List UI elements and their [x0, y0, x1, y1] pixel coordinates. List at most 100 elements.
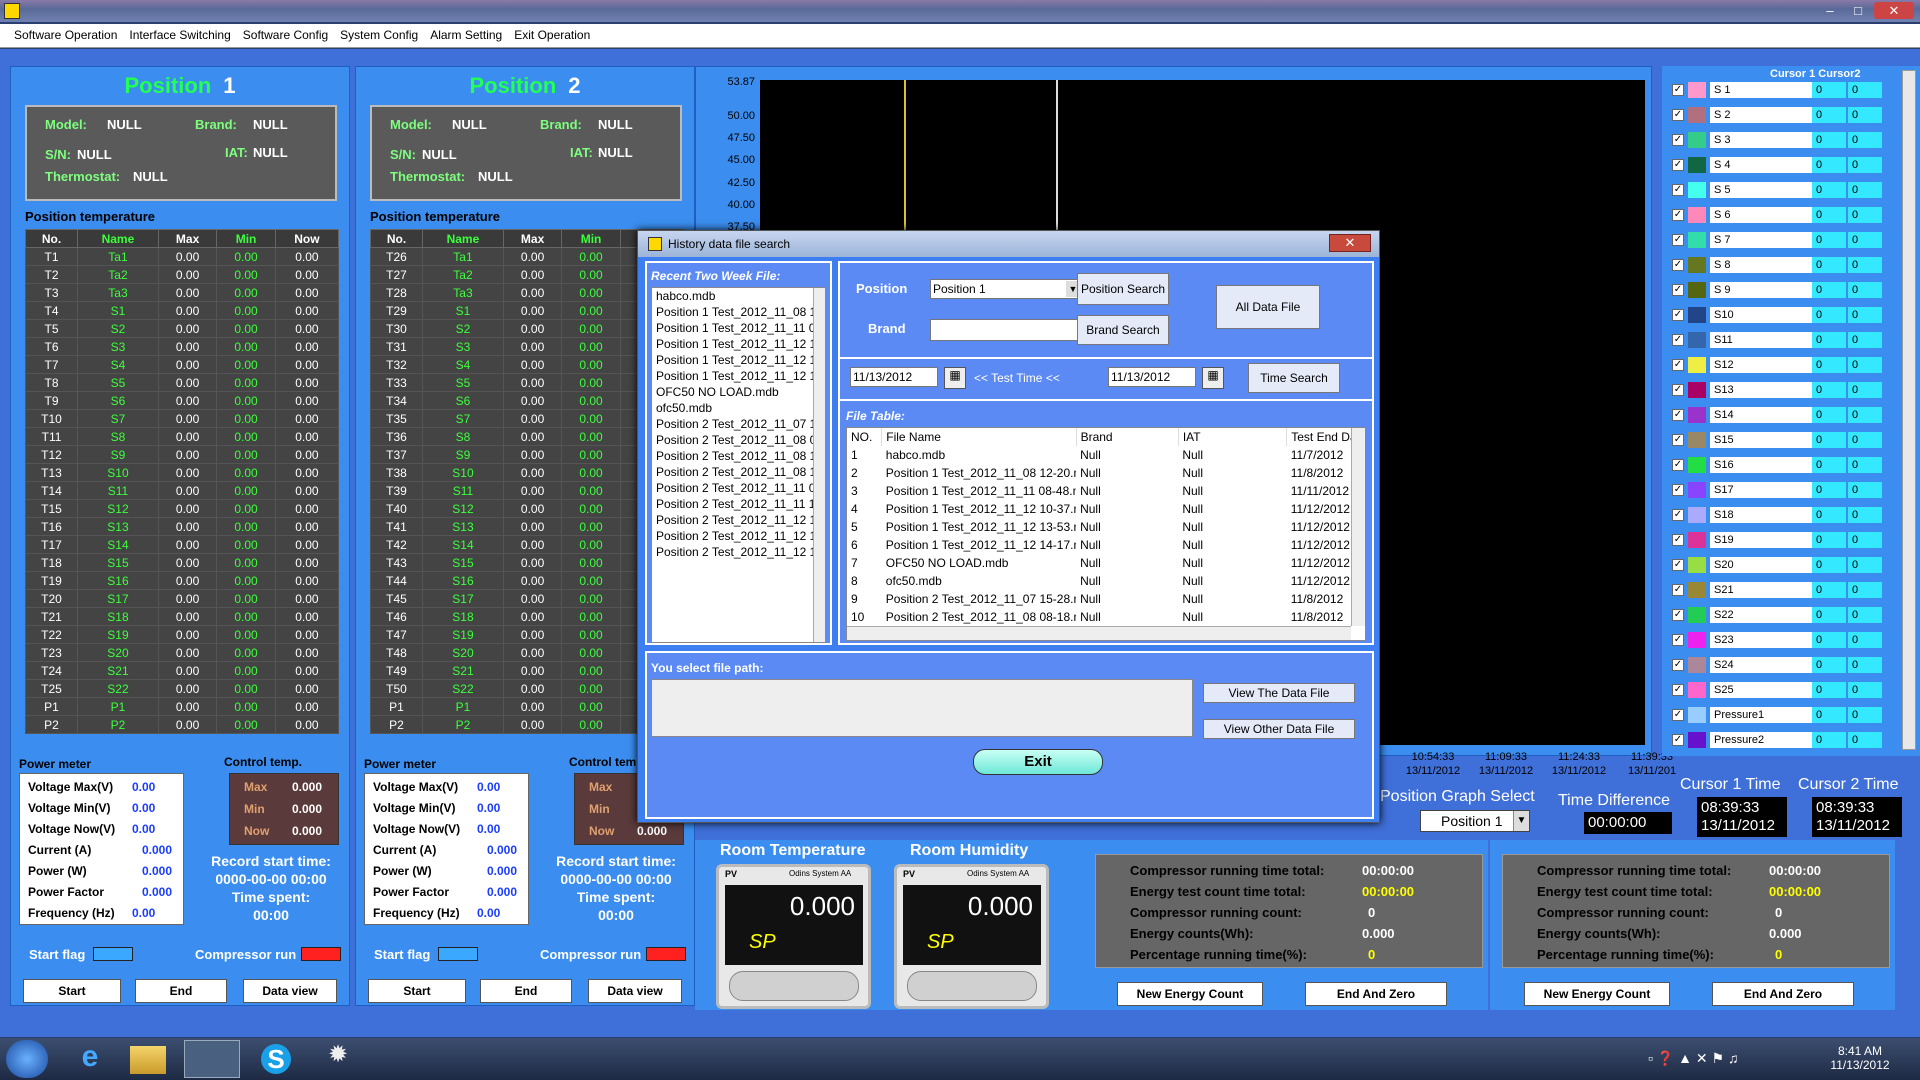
file-table-vscroll[interactable] [1351, 428, 1365, 626]
legend-checkbox[interactable]: ✓ [1672, 384, 1684, 396]
view-data-file-button[interactable]: View The Data File [1203, 683, 1355, 703]
legend-checkbox[interactable]: ✓ [1672, 134, 1684, 146]
menu-exit-operation[interactable]: Exit Operation [508, 24, 596, 47]
legend-color-swatch[interactable] [1688, 707, 1706, 723]
paint-icon[interactable]: ✹ [310, 1040, 366, 1078]
legend-checkbox[interactable]: ✓ [1672, 509, 1684, 521]
legend-checkbox[interactable]: ✓ [1672, 209, 1684, 221]
legend-color-swatch[interactable] [1688, 607, 1706, 623]
recent-file-item[interactable]: OFC50 NO LOAD.mdb [652, 384, 825, 400]
menu-alarm-setting[interactable]: Alarm Setting [424, 24, 508, 47]
recent-file-item[interactable]: ofc50.mdb [652, 400, 825, 416]
recent-file-item[interactable]: Position 2 Test_2012_11_07 15 [652, 416, 825, 432]
internet-explorer-icon[interactable]: e [62, 1040, 118, 1078]
legend-checkbox[interactable]: ✓ [1672, 409, 1684, 421]
start-button[interactable]: Start [23, 979, 121, 1003]
legend-color-swatch[interactable] [1688, 257, 1706, 273]
file-path-box[interactable] [651, 679, 1193, 737]
table-row[interactable]: 10 Position 2 Test_2012_11_08 08-18.m Null… [847, 608, 1365, 626]
legend-checkbox[interactable]: ✓ [1672, 459, 1684, 471]
end-and-zero-button[interactable]: End And Zero [1712, 982, 1854, 1006]
meter-keypad[interactable] [729, 971, 859, 1001]
legend-checkbox[interactable]: ✓ [1672, 634, 1684, 646]
recent-file-item[interactable]: Position 2 Test_2012_11_12 13 [652, 528, 825, 544]
legend-color-swatch[interactable] [1688, 382, 1706, 398]
legend-checkbox[interactable]: ✓ [1672, 334, 1684, 346]
recent-file-item[interactable]: habco.mdb [652, 288, 825, 304]
legend-checkbox[interactable]: ✓ [1672, 309, 1684, 321]
recent-list-scrollbar[interactable] [813, 288, 825, 642]
start-button[interactable]: Start [368, 979, 466, 1003]
menu-software-config[interactable]: Software Config [237, 24, 334, 47]
position-search-button[interactable]: Position Search [1077, 273, 1169, 305]
legend-color-swatch[interactable] [1688, 682, 1706, 698]
legend-color-swatch[interactable] [1688, 282, 1706, 298]
system-tray-icons[interactable]: ▫ ❓ ▲ ✕ ⚑ ♫ [1648, 1050, 1778, 1070]
table-row[interactable]: 2 Position 1 Test_2012_11_08 12-20.m Null N… [847, 464, 1365, 482]
file-table-header[interactable]: File Name [881, 428, 1077, 446]
legend-color-swatch[interactable] [1688, 207, 1706, 223]
table-row[interactable]: 1 habco.mdb Null Null 11/7/2012 [847, 446, 1365, 464]
file-table-header[interactable]: Brand [1076, 428, 1179, 446]
all-data-file-button[interactable]: All Data File [1216, 285, 1320, 329]
legend-color-swatch[interactable] [1688, 132, 1706, 148]
legend-color-swatch[interactable] [1688, 332, 1706, 348]
legend-color-swatch[interactable] [1688, 232, 1706, 248]
legend-color-swatch[interactable] [1688, 432, 1706, 448]
file-table-header[interactable]: IAT [1178, 428, 1288, 446]
legend-checkbox[interactable]: ✓ [1672, 559, 1684, 571]
table-row[interactable]: 4 Position 1 Test_2012_11_12 10-37.m Null N… [847, 500, 1365, 518]
legend-color-swatch[interactable] [1688, 632, 1706, 648]
legend-checkbox[interactable]: ✓ [1672, 659, 1684, 671]
data-view-button[interactable]: Data view [588, 979, 682, 1003]
legend-checkbox[interactable]: ✓ [1672, 609, 1684, 621]
end-and-zero-button[interactable]: End And Zero [1305, 982, 1447, 1006]
minimize-icon[interactable]: – [1818, 2, 1842, 19]
brand-search-button[interactable]: Brand Search [1077, 315, 1169, 345]
recent-file-item[interactable]: Position 1 Test_2012_11_12 14 [652, 368, 825, 384]
new-energy-count-button[interactable]: New Energy Count [1524, 982, 1670, 1006]
table-row[interactable]: 3 Position 1 Test_2012_11_11 08-48.m Null N… [847, 482, 1365, 500]
recent-file-item[interactable]: Position 1 Test_2012_11_11 08 [652, 320, 825, 336]
legend-checkbox[interactable]: ✓ [1672, 259, 1684, 271]
legend-scrollbar[interactable] [1902, 70, 1916, 750]
chevron-down-icon[interactable]: ▼ [1513, 811, 1529, 831]
legend-color-swatch[interactable] [1688, 457, 1706, 473]
table-row[interactable]: 6 Position 1 Test_2012_11_12 14-17.m Null N… [847, 536, 1365, 554]
legend-checkbox[interactable]: ✓ [1672, 584, 1684, 596]
maximize-icon[interactable]: □ [1846, 2, 1870, 19]
position-select[interactable]: Position 1 [930, 279, 1082, 299]
legend-checkbox[interactable]: ✓ [1672, 534, 1684, 546]
legend-checkbox[interactable]: ✓ [1672, 709, 1684, 721]
file-table-header[interactable]: NO. [847, 428, 883, 446]
folder-icon[interactable] [130, 1046, 166, 1074]
legend-color-swatch[interactable] [1688, 582, 1706, 598]
legend-checkbox[interactable]: ✓ [1672, 734, 1684, 746]
legend-checkbox[interactable]: ✓ [1672, 484, 1684, 496]
menu-interface-switching[interactable]: Interface Switching [123, 24, 236, 47]
date-to-input[interactable]: 11/13/2012 [1108, 367, 1196, 387]
recent-file-item[interactable]: Position 2 Test_2012_11_08 08 [652, 432, 825, 448]
calendar-icon[interactable]: ▦ [1202, 367, 1224, 389]
recent-file-item[interactable]: Position 1 Test_2012_11_08 12 [652, 304, 825, 320]
close-icon[interactable]: ✕ [1874, 2, 1914, 19]
recent-file-item[interactable]: Position 2 Test_2012_11_11 08 [652, 480, 825, 496]
legend-checkbox[interactable]: ✓ [1672, 284, 1684, 296]
recent-file-item[interactable]: Position 2 Test_2012_11_11 15 [652, 496, 825, 512]
clock[interactable]: 8:41 AM 11/13/2012 [1830, 1044, 1890, 1072]
legend-color-swatch[interactable] [1688, 482, 1706, 498]
recent-file-item[interactable]: Position 1 Test_2012_11_12 10 [652, 336, 825, 352]
legend-color-swatch[interactable] [1688, 407, 1706, 423]
legend-color-swatch[interactable] [1688, 657, 1706, 673]
table-row[interactable]: 7 OFC50 NO LOAD.mdb Null Null 11/12/2012 [847, 554, 1365, 572]
file-table[interactable]: NO. File Name Brand IAT Test End Da 1 habco.md… [846, 427, 1366, 641]
legend-color-swatch[interactable] [1688, 82, 1706, 98]
table-row[interactable]: 8 ofc50.mdb Null Null 11/12/2012 [847, 572, 1365, 590]
brand-input[interactable] [930, 319, 1084, 341]
exit-button[interactable]: Exit [973, 749, 1103, 775]
dialog-close-button[interactable]: ✕ [1329, 234, 1371, 252]
calendar-icon[interactable]: ▦ [944, 367, 966, 389]
legend-color-swatch[interactable] [1688, 307, 1706, 323]
legend-color-swatch[interactable] [1688, 157, 1706, 173]
recent-file-item[interactable]: Position 2 Test_2012_11_12 10 [652, 512, 825, 528]
